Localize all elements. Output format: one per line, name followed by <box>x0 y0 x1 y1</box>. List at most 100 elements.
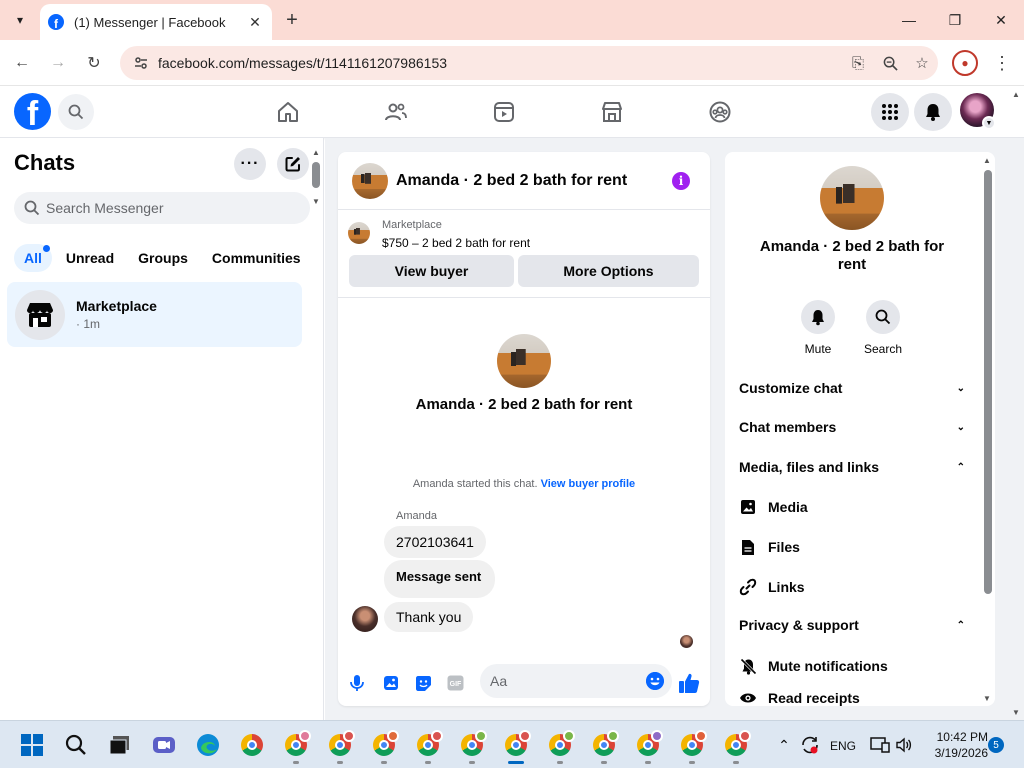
chrome-profile-icon[interactable] <box>284 730 311 757</box>
view-buyer-profile-link[interactable]: View buyer profile <box>541 478 636 490</box>
listing-title[interactable]: $750 – 2 bed 2 bath for rent <box>382 236 530 250</box>
section-chat-members[interactable]: Chat members ⌄ <box>739 419 965 435</box>
browser-menu-icon[interactable]: ⋮ <box>990 50 1014 76</box>
home-icon[interactable] <box>268 96 308 128</box>
filter-groups[interactable]: Groups <box>138 244 188 272</box>
filter-communities[interactable]: Communities <box>212 244 301 272</box>
friends-icon[interactable] <box>376 96 416 128</box>
filter-unread[interactable]: Unread <box>66 244 114 272</box>
chrome-profile-icon[interactable] <box>372 730 399 757</box>
teams-meet-icon[interactable] <box>152 733 176 757</box>
chrome-profile-icon[interactable] <box>680 730 707 757</box>
chrome-profile-icon[interactable] <box>460 730 487 757</box>
browser-tab-messenger[interactable]: f (1) Messenger | Facebook ✕ <box>40 4 272 40</box>
info-icon[interactable]: i <box>672 171 690 190</box>
install-app-icon[interactable]: ⎘ <box>842 55 874 72</box>
section-customize-chat[interactable]: Customize chat ⌄ <box>739 380 965 396</box>
windows-start-icon[interactable] <box>20 733 44 757</box>
section-media-files-links[interactable]: Media, files and links ⌃ <box>739 459 965 475</box>
notifications-bell-icon[interactable] <box>914 93 952 131</box>
message-input[interactable]: Aa <box>480 664 672 698</box>
thumbs-up-icon[interactable] <box>678 672 700 694</box>
view-buyer-button[interactable]: View buyer <box>349 255 514 287</box>
system-clock[interactable]: 10:42 PM 3/19/2026 <box>918 729 988 761</box>
page-scroll-down-icon[interactable]: ▼ <box>1012 708 1020 717</box>
site-settings-icon[interactable] <box>126 55 156 71</box>
back-button[interactable]: ← <box>8 49 36 77</box>
info-scroll-up-icon[interactable]: ▲ <box>983 156 991 165</box>
bookmark-star-icon[interactable]: ☆ <box>906 54 938 72</box>
chrome-profile-icon[interactable] <box>328 730 355 757</box>
chats-scroll-down-icon[interactable]: ▼ <box>312 197 320 206</box>
listing-thumbnail[interactable] <box>348 222 370 244</box>
tab-search-dropdown[interactable]: ▾ <box>6 6 34 34</box>
more-options-button[interactable]: ··· <box>234 148 266 180</box>
edge-browser-icon[interactable] <box>196 733 220 757</box>
new-tab-button[interactable]: + <box>280 8 304 32</box>
zoom-icon[interactable] <box>874 56 906 71</box>
minimize-button[interactable]: — <box>886 0 932 40</box>
read-receipts-item[interactable]: Read receipts <box>739 689 860 706</box>
chats-scroll-up-icon[interactable]: ▲ <box>312 148 320 157</box>
language-indicator[interactable]: ENG <box>830 739 856 753</box>
chrome-profile-icon[interactable] <box>592 730 619 757</box>
address-bar[interactable]: facebook.com/messages/t/1141161207986153… <box>120 46 938 80</box>
message-input-placeholder: Aa <box>490 673 508 689</box>
chrome-profile-icon[interactable] <box>548 730 575 757</box>
reload-button[interactable]: ↻ <box>80 49 108 77</box>
chrome-profile-icon[interactable] <box>504 730 531 757</box>
media-item[interactable]: Media <box>739 498 808 516</box>
task-view-icon[interactable] <box>108 733 132 757</box>
section-privacy-support[interactable]: Privacy & support ⌃ <box>739 617 965 633</box>
chevron-up-icon[interactable]: ⌃ <box>772 733 796 757</box>
video-icon[interactable] <box>484 96 524 128</box>
info-panel-scrollbar[interactable] <box>984 170 992 594</box>
message-bubble[interactable]: Thank you <box>384 602 474 632</box>
chrome-profile-icon[interactable] <box>636 730 663 757</box>
search-conversation-button[interactable]: Search <box>858 300 908 356</box>
facebook-logo-icon[interactable]: f <box>14 93 51 130</box>
chat-list-item[interactable]: Marketplace · 1m <box>7 282 302 347</box>
microphone-icon[interactable] <box>348 674 366 692</box>
forward-button[interactable]: → <box>44 49 72 77</box>
photo-icon[interactable] <box>382 674 400 692</box>
display-icon[interactable] <box>868 733 892 757</box>
profile-icon[interactable]: ● <box>952 50 978 76</box>
search-icon[interactable] <box>58 94 94 130</box>
volume-icon[interactable] <box>892 733 916 757</box>
sync-status-icon[interactable] <box>798 733 822 757</box>
sticker-icon[interactable] <box>414 674 432 692</box>
new-message-button[interactable] <box>277 148 309 180</box>
more-options-button[interactable]: More Options <box>518 255 699 287</box>
restore-button[interactable]: ❐ <box>932 0 978 40</box>
gif-icon[interactable]: GIF <box>446 674 464 692</box>
close-tab-icon[interactable]: ✕ <box>246 13 264 31</box>
chrome-profile-icon[interactable] <box>416 730 443 757</box>
info-profile-avatar[interactable] <box>820 166 884 230</box>
search-messenger-input[interactable]: Search Messenger <box>14 192 310 224</box>
marketplace-icon[interactable] <box>592 96 632 128</box>
conversation-avatar[interactable] <box>352 162 388 199</box>
chats-scrollbar[interactable] <box>312 162 320 188</box>
conversation-title[interactable]: Amanda · 2 bed 2 bath for rent <box>396 172 672 190</box>
page-scroll-up-icon[interactable]: ▲ <box>1012 90 1020 99</box>
conversation-profile-avatar[interactable] <box>497 334 551 388</box>
url-text[interactable]: facebook.com/messages/t/1141161207986153 <box>158 55 842 71</box>
notification-count-badge[interactable]: 5 <box>988 737 1004 753</box>
emoji-icon[interactable] <box>646 672 664 690</box>
links-item[interactable]: Links <box>739 578 805 596</box>
groups-icon[interactable] <box>700 96 740 128</box>
chrome-profile-icon[interactable] <box>724 730 751 757</box>
mute-button[interactable]: Mute <box>793 300 843 356</box>
mute-notifications-item[interactable]: Mute notifications <box>739 657 888 675</box>
chevron-down-icon[interactable]: ▼ <box>982 116 996 130</box>
files-item[interactable]: Files <box>739 538 800 556</box>
filter-all[interactable]: All <box>14 244 52 272</box>
message-bubble[interactable]: Message sent <box>384 560 496 598</box>
menu-grid-icon[interactable] <box>871 93 909 131</box>
close-window-button[interactable]: ✕ <box>978 0 1024 40</box>
message-bubble[interactable]: 2702103641 <box>384 526 486 558</box>
search-icon[interactable] <box>64 733 88 757</box>
info-scroll-down-icon[interactable]: ▼ <box>983 694 991 703</box>
chrome-icon[interactable] <box>240 733 264 757</box>
